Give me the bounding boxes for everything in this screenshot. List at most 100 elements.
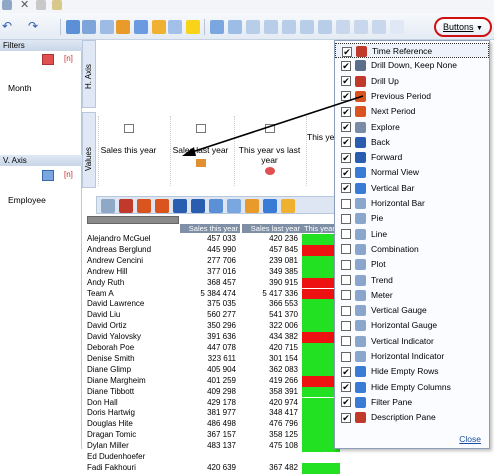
menu-item-vertical-indicator[interactable]: Vertical Indicator bbox=[335, 334, 489, 349]
menu-item-filter-pane[interactable]: ✔ Filter Pane bbox=[335, 395, 489, 410]
drill-down-icon[interactable] bbox=[101, 199, 115, 213]
forward-icon[interactable] bbox=[191, 199, 205, 213]
value-field[interactable]: Sales this year bbox=[98, 116, 158, 186]
column-header[interactable]: Sales last year bbox=[242, 224, 302, 233]
checkbox[interactable]: ✔ bbox=[341, 152, 351, 163]
menu-item-horizontal-indicator[interactable]: Horizontal Indicator bbox=[335, 349, 489, 364]
paste-icon[interactable] bbox=[52, 0, 62, 10]
menu-item-hide-empty-columns[interactable]: ✔ Hide Empty Columns bbox=[335, 380, 489, 395]
menu-item-drill-down[interactable]: ✔ Drill Down, Keep None bbox=[335, 58, 489, 73]
table-row[interactable]: Ed Dudenhoefer bbox=[82, 452, 412, 463]
menu-item-explore[interactable]: ✔ Explore bbox=[335, 120, 489, 135]
checkbox[interactable]: ✔ bbox=[341, 412, 351, 423]
haxis-drop-zone[interactable]: H. Axis bbox=[82, 40, 96, 108]
normal-view-icon[interactable] bbox=[209, 199, 223, 213]
menu-item-hide-empty-rows[interactable]: ✔ Hide Empty Rows bbox=[335, 364, 489, 379]
copy-icon[interactable] bbox=[36, 0, 46, 10]
checkbox[interactable]: ✔ bbox=[341, 382, 351, 393]
column-header[interactable]: Sales this year bbox=[180, 224, 240, 233]
highlight-icon[interactable] bbox=[116, 20, 130, 34]
menu-item-combination[interactable]: Combination bbox=[335, 242, 489, 257]
drill-icon[interactable] bbox=[2, 0, 12, 10]
close-link[interactable]: Close bbox=[459, 434, 481, 444]
checkbox[interactable]: ✔ bbox=[341, 183, 351, 194]
checkbox[interactable] bbox=[341, 275, 351, 285]
checkbox[interactable]: ✔ bbox=[341, 122, 351, 132]
menu-item-meter[interactable]: Meter bbox=[335, 288, 489, 303]
checkbox[interactable] bbox=[341, 336, 351, 347]
grid-icon[interactable] bbox=[82, 20, 96, 34]
checkbox[interactable]: ✔ bbox=[341, 366, 351, 377]
menu-item-next-period[interactable]: ✔ Next Period bbox=[335, 104, 489, 119]
horizontal-gauge-icon[interactable] bbox=[372, 20, 386, 34]
table-icon[interactable] bbox=[168, 20, 182, 34]
checkbox[interactable]: ✔ bbox=[342, 46, 352, 57]
menu-item-time-reference[interactable]: ✔ Time Reference bbox=[335, 43, 489, 59]
checkbox[interactable]: ✔ bbox=[341, 397, 351, 408]
dimension-icon[interactable] bbox=[42, 170, 54, 181]
menu-item-vertical-bar[interactable]: ✔ Vertical Bar bbox=[335, 181, 489, 196]
horizontal-bar-icon[interactable] bbox=[228, 20, 242, 34]
vertical-gauge-icon[interactable] bbox=[354, 20, 368, 34]
checkbox[interactable] bbox=[341, 259, 351, 270]
indicator-icon[interactable] bbox=[390, 20, 404, 34]
checkbox[interactable] bbox=[341, 229, 351, 240]
checkbox[interactable] bbox=[341, 305, 351, 316]
menu-item-horizontal-gauge[interactable]: Horizontal Gauge bbox=[335, 318, 489, 333]
redo-icon[interactable]: ↷ bbox=[28, 20, 42, 34]
checkbox[interactable]: ✔ bbox=[341, 76, 351, 87]
undo-icon[interactable]: ↶ bbox=[2, 20, 16, 34]
values-drop-zone[interactable]: Values bbox=[82, 112, 96, 188]
checkbox[interactable] bbox=[341, 244, 351, 255]
checkbox[interactable]: ✔ bbox=[341, 167, 351, 178]
checkbox[interactable]: ✔ bbox=[341, 137, 351, 148]
menu-item-vertical-gauge[interactable]: Vertical Gauge bbox=[335, 303, 489, 318]
hide-empty-rows-icon[interactable] bbox=[245, 199, 259, 213]
hide-empty-columns-icon[interactable] bbox=[263, 199, 277, 213]
menu-item-pie[interactable]: Pie bbox=[335, 211, 489, 226]
filter-pane-icon[interactable] bbox=[281, 199, 295, 213]
menu-item-plot[interactable]: Plot bbox=[335, 257, 489, 272]
menu-item-line[interactable]: Line bbox=[335, 227, 489, 242]
value-field[interactable]: This year vs last year bbox=[234, 116, 304, 186]
meter-icon[interactable] bbox=[336, 20, 350, 34]
line-icon[interactable] bbox=[264, 20, 278, 34]
back-icon[interactable] bbox=[173, 199, 187, 213]
month-field[interactable]: Month bbox=[8, 83, 32, 93]
calendar-icon[interactable] bbox=[42, 54, 54, 65]
vertical-bar-icon[interactable] bbox=[227, 199, 241, 213]
value-field[interactable]: Sales last year bbox=[170, 116, 230, 186]
drill-up-icon[interactable] bbox=[119, 199, 133, 213]
menu-item-horizontal-bar[interactable]: Horizontal Bar bbox=[335, 196, 489, 211]
checkbox[interactable] bbox=[341, 213, 351, 224]
warning-icon[interactable] bbox=[186, 20, 200, 34]
menu-item-trend[interactable]: Trend bbox=[335, 273, 489, 288]
trend-icon[interactable] bbox=[318, 20, 332, 34]
menu-item-normal-view[interactable]: ✔ Normal View bbox=[335, 165, 489, 180]
menu-item-forward[interactable]: ✔ Forward bbox=[335, 150, 489, 165]
combination-icon[interactable] bbox=[282, 20, 296, 34]
checkbox[interactable]: ✔ bbox=[341, 91, 351, 102]
vertical-bar-icon[interactable] bbox=[210, 20, 224, 34]
buttons-dropdown[interactable]: Buttons ▼ bbox=[434, 17, 492, 37]
next-period-icon[interactable] bbox=[155, 199, 169, 213]
menu-item-description-pane[interactable]: ✔ Description Pane bbox=[335, 410, 489, 425]
checkbox[interactable] bbox=[341, 290, 351, 301]
menu-item-drill-up[interactable]: ✔ Drill Up bbox=[335, 74, 489, 89]
employee-field[interactable]: Employee bbox=[8, 195, 46, 205]
checkbox[interactable]: ✔ bbox=[341, 106, 351, 117]
checkbox[interactable] bbox=[341, 351, 351, 362]
menu-item-previous-period[interactable]: ✔ Previous Period bbox=[335, 89, 489, 104]
chart-icon[interactable] bbox=[100, 20, 114, 34]
pie-icon[interactable] bbox=[246, 20, 260, 34]
previous-period-icon[interactable] bbox=[137, 199, 151, 213]
axis-icon[interactable] bbox=[134, 20, 148, 34]
checkbox[interactable]: ✔ bbox=[341, 60, 351, 71]
checkbox[interactable] bbox=[341, 320, 351, 331]
table-row[interactable]: Fadi Fakhouri 420 639 367 482 bbox=[82, 462, 412, 474]
checkbox[interactable] bbox=[341, 198, 351, 209]
plot-icon[interactable] bbox=[300, 20, 314, 34]
normal-view-icon[interactable] bbox=[66, 20, 80, 34]
format-icon[interactable] bbox=[152, 20, 166, 34]
menu-item-back[interactable]: ✔ Back bbox=[335, 135, 489, 150]
